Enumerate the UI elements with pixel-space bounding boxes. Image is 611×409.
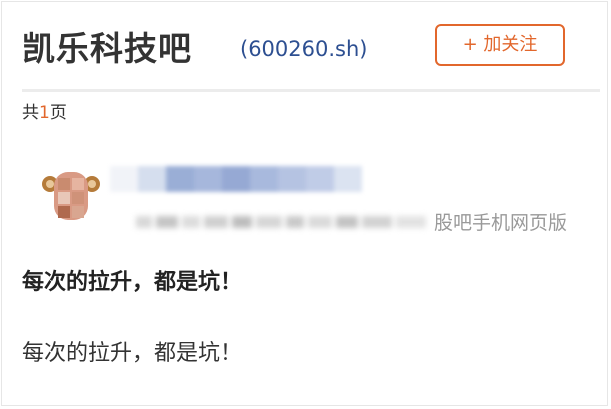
page-count-prefix: 共 — [22, 103, 39, 123]
author-name-blurred[interactable] — [110, 166, 376, 192]
header-divider — [22, 89, 600, 92]
bar-header: 凯乐科技吧 (600260.sh) + 加关注 — [0, 0, 611, 92]
page-count-number: 1 — [39, 103, 50, 123]
avatar[interactable] — [40, 164, 102, 228]
post-source: 股吧手机网页版 — [434, 212, 568, 234]
post-meta-blurred — [136, 216, 426, 228]
post-author-row: 股吧手机网页版 — [40, 160, 600, 250]
post-title[interactable]: 每次的拉升，都是坑！ — [22, 266, 242, 300]
post-body: 每次的拉升，都是坑！ — [22, 341, 243, 366]
page-count-suffix: 页 — [49, 103, 67, 123]
follow-button[interactable]: + 加关注 — [435, 24, 565, 66]
stock-code[interactable]: (600260.sh) — [240, 33, 367, 65]
page-count: 共1页 — [22, 100, 67, 126]
bar-title[interactable]: 凯乐科技吧 — [22, 24, 192, 74]
